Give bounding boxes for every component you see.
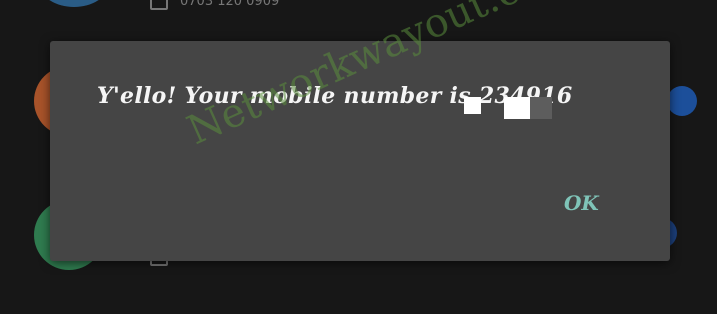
dialog-message: Y'ello! Your mobile number is 234916 (97, 83, 573, 109)
phone-icon (150, 0, 168, 10)
ussd-dialog: Y'ello! Your mobile number is 234916 OK (50, 41, 670, 261)
contact-avatar[interactable] (40, 0, 108, 7)
contact-number: 0703 120 0909 (180, 0, 280, 9)
ok-button[interactable]: OK (556, 187, 607, 219)
redaction-box (530, 97, 552, 119)
screen: 0703 120 0909 +234 813 906 4876 Y'ello! … (0, 0, 717, 314)
redaction-box (504, 97, 530, 119)
contact-row[interactable]: 0703 120 0909 (150, 0, 279, 10)
redaction-box (464, 97, 481, 114)
message-icon[interactable] (667, 86, 697, 116)
